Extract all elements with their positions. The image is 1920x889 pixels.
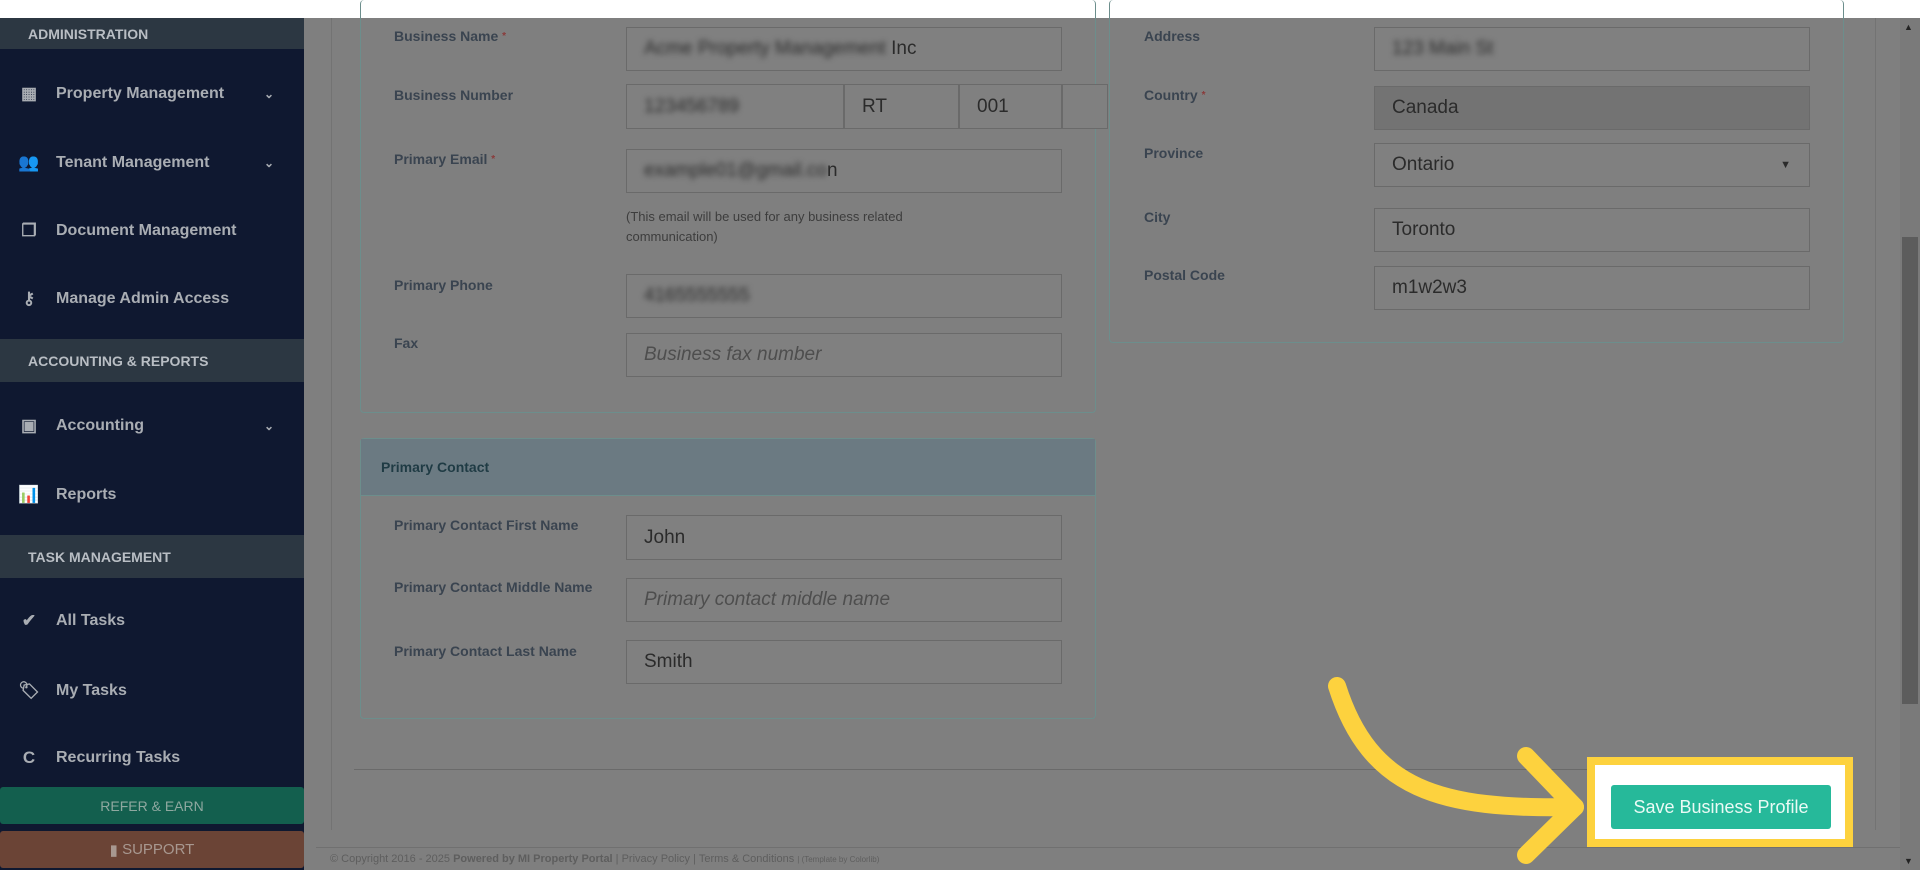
scroll-up-icon[interactable]: ▲ [1904, 22, 1913, 32]
scrollbar[interactable]: ▲ ▼ [1900, 18, 1920, 870]
arrow-annotation-icon [1328, 677, 1584, 864]
scroll-down-icon[interactable]: ▼ [1904, 856, 1913, 866]
scrollbar-thumb[interactable] [1902, 237, 1918, 704]
